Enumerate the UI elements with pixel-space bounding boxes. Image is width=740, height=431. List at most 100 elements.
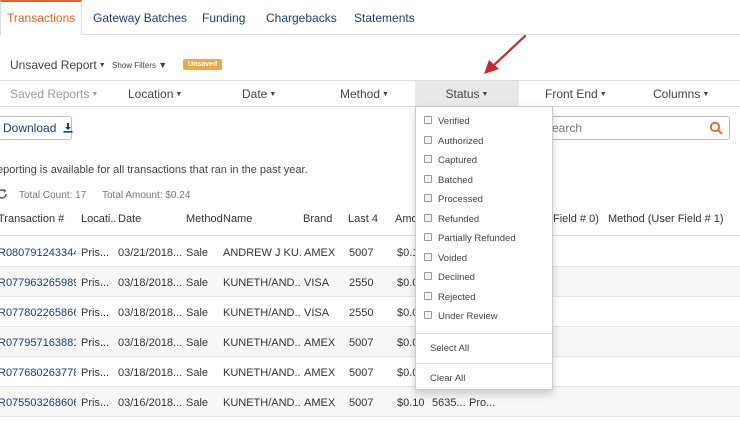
checkbox[interactable] [424, 194, 432, 203]
tab-funding[interactable]: Funding [202, 0, 245, 35]
cell-amount: $0.10 [397, 397, 425, 409]
table-row[interactable]: R077802265866 Pris... 03/18/2018... Sale… [0, 297, 740, 327]
checkbox[interactable] [424, 292, 432, 301]
cell-brand: AMEX [304, 247, 336, 259]
cell-location: Pris... [81, 367, 110, 379]
col-last4[interactable]: Last 4 [348, 213, 388, 225]
checkbox[interactable] [424, 311, 432, 320]
report-row: Unsaved Report ▼ Show Filters ▼ Unsaved [0, 56, 740, 76]
option-label: Batched [438, 175, 473, 186]
cell-location: Pris... [81, 277, 110, 289]
col-transaction[interactable]: Transaction # [0, 213, 74, 225]
cell-date: 03/18/2018... [118, 337, 182, 349]
col-name[interactable]: Name [223, 213, 283, 225]
cell-method: Sale [186, 277, 209, 289]
table-row[interactable] [0, 417, 740, 431]
cell-name: KUNETH/AND... [223, 367, 301, 379]
table-row[interactable]: R077957163881 Pris... 03/18/2018... Sale… [0, 327, 740, 357]
download-button[interactable]: Download [0, 116, 73, 140]
filter-status[interactable]: Status ▼ [415, 81, 519, 107]
transaction-id-link[interactable]: R077680263778 [0, 367, 76, 379]
col-method[interactable]: Method [186, 213, 222, 225]
filter-date[interactable]: Date ▼ [242, 87, 276, 101]
cell-last4: 2550 [349, 307, 374, 319]
caret-down-icon: ▼ [269, 91, 277, 99]
checkbox[interactable] [424, 116, 432, 125]
cell-amount: $0.0 [397, 367, 417, 379]
cell-brand: AMEX [304, 367, 336, 379]
col-user-field-0[interactable]: Field # 0) [553, 213, 605, 225]
transaction-id-link[interactable]: R077802265866 [0, 307, 76, 319]
status-option-authorized[interactable]: Authorized [424, 136, 483, 150]
table-row[interactable]: R080791243344 Pris... 03/21/2018... Sale… [0, 237, 740, 267]
filter-columns[interactable]: Columns ▼ [653, 87, 709, 101]
refresh-icon[interactable] [0, 188, 8, 200]
checkbox[interactable] [424, 175, 432, 184]
search-input[interactable] [552, 120, 702, 136]
option-label: Partially Refunded [438, 233, 516, 244]
checkbox[interactable] [424, 214, 432, 223]
filter-saved-reports[interactable]: Saved Reports ▼ [10, 87, 98, 101]
checkbox[interactable] [424, 136, 432, 145]
status-option-captured[interactable]: Captured [424, 155, 477, 169]
col-location[interactable]: Locati... [81, 213, 117, 225]
transaction-id-link[interactable]: R080791243344 [0, 247, 76, 259]
checkbox[interactable] [424, 233, 432, 242]
dropdown-divider [416, 363, 552, 364]
search-icon[interactable] [709, 121, 723, 135]
status-option-voided[interactable]: Voided [424, 253, 467, 267]
table-row[interactable]: R077680263778 Pris... 03/18/2018... Sale… [0, 357, 740, 387]
caret-down-icon: ▼ [481, 90, 489, 98]
download-label: Download [3, 121, 57, 135]
filter-icon: ▼ [158, 60, 168, 70]
cell-brand: VISA [304, 277, 330, 289]
filter-front-end-label: Front End [545, 87, 598, 101]
filter-front-end[interactable]: Front End ▼ [545, 87, 607, 101]
transaction-id-link[interactable]: R077963265989 [0, 277, 76, 289]
filter-date-label: Date [242, 87, 268, 101]
report-selector[interactable]: Unsaved Report ▼ [10, 58, 106, 72]
status-option-batched[interactable]: Batched [424, 175, 473, 189]
filter-location[interactable]: Location ▼ [128, 87, 182, 101]
cell-last4: 5007 [349, 337, 374, 349]
checkbox[interactable] [424, 253, 432, 262]
col-brand[interactable]: Brand [303, 213, 343, 225]
status-option-verified[interactable]: Verified [424, 116, 470, 130]
transaction-id-link[interactable]: R075503268606 [0, 397, 76, 409]
cell-location: Pris... [81, 247, 110, 259]
option-label: Voided [438, 253, 468, 264]
status-option-rejected[interactable]: Rejected [424, 292, 476, 306]
col-user-field-1[interactable]: Method (User Field # 1) [608, 213, 738, 225]
cell-method: Sale [186, 397, 209, 409]
status-option-processed[interactable]: Processed [424, 194, 483, 208]
select-all-button[interactable]: Select All [430, 343, 469, 354]
table-header: Transaction # Locati... Date Method Name… [0, 203, 740, 236]
checkbox[interactable] [424, 155, 432, 164]
show-filters-button[interactable]: Show Filters ▼ [112, 60, 167, 70]
filter-method[interactable]: Method ▼ [340, 87, 389, 101]
tab-transactions[interactable]: Transactions [0, 0, 83, 36]
checkbox[interactable] [424, 272, 432, 281]
option-label: Captured [438, 155, 478, 166]
status-option-under-review[interactable]: Under Review [424, 311, 498, 325]
col-amount[interactable]: Amo [395, 213, 417, 225]
col-date[interactable]: Date [118, 213, 178, 225]
cell-last4: 5007 [349, 397, 374, 409]
clear-all-button[interactable]: Clear All [430, 373, 465, 384]
cell-extra-2: Pro... [469, 397, 496, 409]
status-option-partially-refunded[interactable]: Partially Refunded [424, 233, 516, 247]
status-option-refunded[interactable]: Refunded [424, 214, 479, 228]
tab-chargebacks[interactable]: Chargebacks [266, 0, 337, 35]
transaction-id-link[interactable]: R077957163881 [0, 337, 76, 349]
caret-down-icon: ▼ [98, 62, 106, 70]
table-row[interactable]: R077963265989 Pris... 03/18/2018... Sale… [0, 267, 740, 297]
cell-last4: 5007 [349, 247, 374, 259]
report-name: Unsaved Report [10, 58, 97, 72]
filter-location-label: Location [128, 87, 174, 101]
cell-method: Sale [186, 337, 209, 349]
tab-gateway-batches[interactable]: Gateway Batches [93, 0, 187, 35]
table-row[interactable]: R075503268606 Pris... 03/16/2018... Sale… [0, 387, 740, 417]
status-option-declined[interactable]: Declined [424, 272, 475, 286]
tab-statements[interactable]: Statements [354, 0, 415, 35]
option-label: Declined [438, 272, 475, 283]
